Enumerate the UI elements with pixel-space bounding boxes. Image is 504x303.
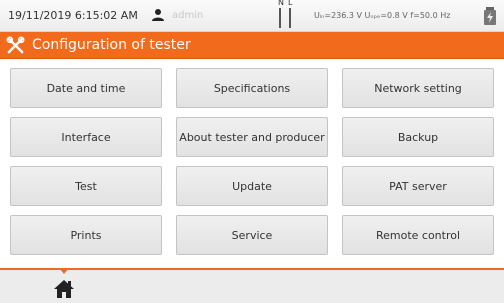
test-button[interactable]: Test xyxy=(10,166,162,206)
prints-button[interactable]: Prints xyxy=(10,215,162,255)
terminal-indicator: N L xyxy=(277,0,299,30)
active-tab-marker xyxy=(59,268,69,274)
terminal-l-label: L xyxy=(288,0,293,7)
battery-plug-icon xyxy=(484,7,496,25)
terminal-n-line xyxy=(279,8,281,28)
settings-tools-icon xyxy=(6,36,25,54)
configuration-menu-grid: Date and time Specifications Network set… xyxy=(10,68,494,265)
specifications-button[interactable]: Specifications xyxy=(176,68,328,108)
about-tester-button[interactable]: About tester and producer xyxy=(176,117,328,157)
network-setting-button[interactable]: Network setting xyxy=(342,68,494,108)
update-button[interactable]: Update xyxy=(176,166,328,206)
backup-button[interactable]: Backup xyxy=(342,117,494,157)
datetime-display: 19/11/2019 6:15:02 AM xyxy=(8,9,138,22)
service-button[interactable]: Service xyxy=(176,215,328,255)
terminal-l-line xyxy=(289,8,291,28)
terminal-n-label: N xyxy=(278,0,284,7)
status-bar: 19/11/2019 6:15:02 AM admin N L Uₗₙ=236.… xyxy=(0,0,504,32)
interface-button[interactable]: Interface xyxy=(10,117,162,157)
pat-server-button[interactable]: PAT server xyxy=(342,166,494,206)
remote-control-button[interactable]: Remote control xyxy=(342,215,494,255)
voltage-frequency-readout: Uₗₙ=236.3 V Uₙₚₑ=0.8 V f=50.0 Hz xyxy=(314,11,451,20)
username-display: admin xyxy=(172,10,204,21)
title-bar: Configuration of tester xyxy=(0,32,504,59)
page-title: Configuration of tester xyxy=(32,37,191,53)
date-and-time-button[interactable]: Date and time xyxy=(10,68,162,108)
user-icon xyxy=(152,9,164,21)
home-icon[interactable] xyxy=(53,278,75,300)
bottom-navigation-bar xyxy=(0,268,504,303)
